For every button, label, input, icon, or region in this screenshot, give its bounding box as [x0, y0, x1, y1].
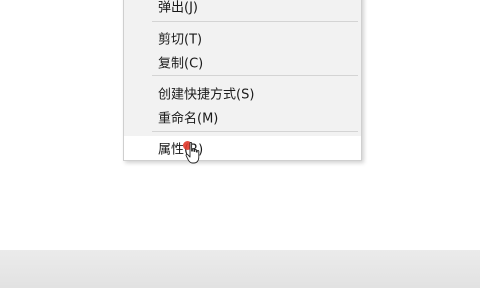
menu-separator [152, 21, 358, 22]
menu-item-eject-label: 弹出(J) [158, 0, 198, 16]
context-menu: 弹出(J) 剪切(T) 复制(C) 创建快捷方式(S) 重命名(M) 属性(R) [123, 0, 362, 161]
menu-item-rename[interactable]: 重命名(M) [124, 105, 361, 129]
menu-separator [152, 131, 358, 132]
menu-item-create-shortcut[interactable]: 创建快捷方式(S) [124, 81, 361, 105]
menu-item-eject[interactable]: 弹出(J) [124, 0, 361, 18]
menu-item-cut-label: 剪切(T) [158, 32, 203, 48]
menu-item-create-shortcut-label: 创建快捷方式(S) [158, 87, 255, 103]
menu-item-copy[interactable]: 复制(C) [124, 50, 361, 74]
hand-cursor-icon [185, 142, 200, 164]
taskbar [0, 250, 480, 288]
menu-item-cut[interactable]: 剪切(T) [124, 26, 361, 50]
desktop: 弹出(J) 剪切(T) 复制(C) 创建快捷方式(S) 重命名(M) 属性(R) [0, 0, 480, 288]
menu-item-rename-label: 重命名(M) [158, 111, 219, 127]
menu-item-copy-label: 复制(C) [158, 56, 204, 72]
menu-item-properties[interactable]: 属性(R) [124, 136, 361, 160]
menu-separator [152, 75, 358, 76]
